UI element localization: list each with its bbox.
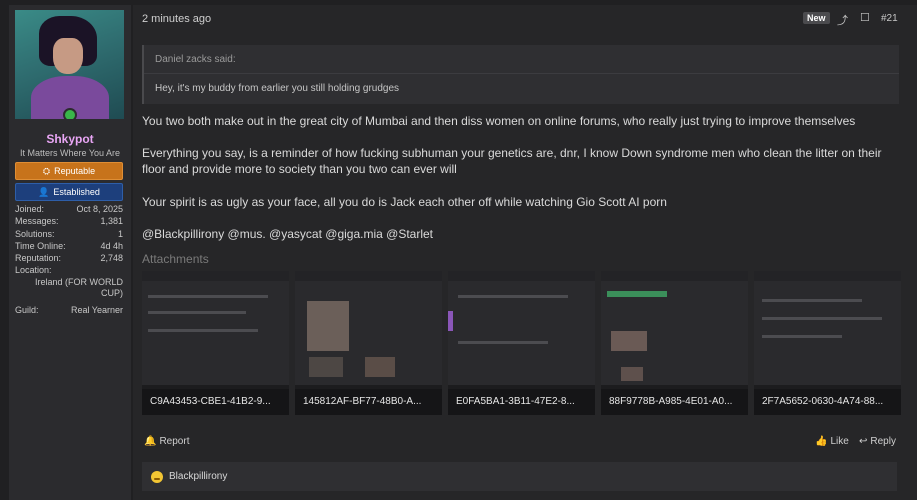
attachment-name[interactable]: 2F7A5652-0630-4A74-88... xyxy=(754,389,901,415)
username[interactable]: Shkypot xyxy=(9,132,131,146)
post-time[interactable]: 2 minutes ago xyxy=(142,13,211,25)
attachments-list: C9A43453-CBE1-41B2-9... 145812AF-BF77-48… xyxy=(142,271,902,415)
stat-messages: Messages: 1,381 xyxy=(15,216,123,227)
attachment-name[interactable]: 88F9778B-A985-4E01-A0... xyxy=(601,389,748,415)
reputable-label: Reputable xyxy=(54,166,96,176)
stat-joined: Joined: Oct 8, 2025 xyxy=(15,204,123,214)
stat-location: Location: xyxy=(15,265,52,276)
handshake-icon: ⛭ xyxy=(42,165,51,176)
established-label: Established xyxy=(53,187,100,197)
user-sidebar: Shkypot It Matters Where You Are ⛭ Reput… xyxy=(9,5,131,500)
reply-icon: ↩ xyxy=(859,436,868,447)
share-icon[interactable]: ⤴ xyxy=(837,12,848,28)
attachment-thumbnail[interactable]: C9A43453-CBE1-41B2-9... xyxy=(142,271,289,415)
thumbs-up-icon: 👍 xyxy=(815,436,828,447)
reply-button[interactable]: ↩ Reply xyxy=(859,436,896,447)
stat-location-value: Ireland (FOR WORLD CUP) xyxy=(34,276,123,298)
attachment-thumbnail[interactable]: 88F9778B-A985-4E01-A0... xyxy=(601,271,748,415)
attachment-image xyxy=(754,271,901,385)
stat-guild: Guild: Real Yearner xyxy=(15,304,123,315)
report-button[interactable]: 🔔 Report xyxy=(144,436,189,447)
post-container: 2 minutes ago New ⤴ ☐ #21 Daniel zacks s… xyxy=(133,5,917,500)
online-status-icon xyxy=(63,108,77,119)
post-paragraph: Your spirit is as ugly as your face, all… xyxy=(142,195,667,209)
attachment-name[interactable]: 145812AF-BF77-48B0-A... xyxy=(295,389,442,415)
quote-block: Daniel zacks said: Hey, it's my buddy fr… xyxy=(142,45,899,104)
stat-reputation: Reputation: 2,748 xyxy=(15,253,123,264)
attachment-thumbnail[interactable]: 145812AF-BF77-48B0-A... xyxy=(295,271,442,415)
new-badge: New xyxy=(803,12,830,24)
attachment-image xyxy=(295,271,442,385)
attachment-thumbnail[interactable]: E0FA5BA1-3B11-47E2-8... xyxy=(448,271,595,415)
stat-time-online: Time Online: 4d 4h xyxy=(15,240,123,251)
bell-icon: 🔔 xyxy=(144,436,157,447)
quote-divider xyxy=(144,73,899,74)
laughing-emoji-icon xyxy=(151,470,163,483)
post-paragraph: You two both make out in the great city … xyxy=(142,114,856,128)
quote-author[interactable]: Daniel zacks said: xyxy=(155,54,236,65)
post-paragraph: Everything you say, is a reminder of how… xyxy=(142,146,882,176)
reply-label: Reply xyxy=(870,436,896,447)
quote-text: Hey, it's my buddy from earlier you stil… xyxy=(155,83,400,94)
user-icon: 👤 xyxy=(38,186,50,197)
avatar-face xyxy=(53,38,83,74)
bookmark-icon[interactable]: ☐ xyxy=(860,11,870,24)
attachment-name[interactable]: C9A43453-CBE1-41B2-9... xyxy=(142,389,289,415)
report-label: Report xyxy=(159,436,190,447)
user-title: It Matters Where You Are xyxy=(19,148,121,158)
avatar[interactable] xyxy=(15,10,124,119)
established-badge: 👤 Established xyxy=(15,183,123,201)
attachment-image xyxy=(601,271,748,385)
reputable-badge: ⛭ Reputable xyxy=(15,162,123,180)
stat-solutions: Solutions: 1 xyxy=(15,228,123,239)
attachment-image xyxy=(142,271,289,385)
reaction-user[interactable]: Blackpillirony xyxy=(169,471,227,482)
user-stats: Joined: Oct 8, 2025 Messages: 1,381 Soluti… xyxy=(15,203,123,316)
attachments-title: Attachments xyxy=(142,252,209,266)
attachment-thumbnail[interactable]: 2F7A5652-0630-4A74-88... xyxy=(754,271,901,415)
mentions[interactable]: @Blackpillirony @mus. @yasycat @giga.mia… xyxy=(142,226,902,242)
attachment-image xyxy=(448,271,595,385)
post-number[interactable]: #21 xyxy=(881,13,898,24)
attachment-name[interactable]: E0FA5BA1-3B11-47E2-8... xyxy=(448,389,595,415)
reactions-bar[interactable]: Blackpillirony xyxy=(142,462,897,491)
like-button[interactable]: 👍 Like xyxy=(815,436,849,447)
like-label: Like xyxy=(830,436,849,447)
